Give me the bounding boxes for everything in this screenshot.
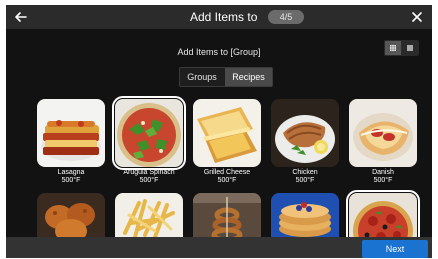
recipe-temp: 500°F	[139, 177, 159, 184]
recipe-temp: 500°F	[217, 177, 237, 184]
bottom-bar: Next	[6, 237, 432, 258]
recipe-label-chicken: Chicken 500°F	[267, 169, 343, 185]
recipe-name: Chicken	[292, 169, 318, 176]
recipe-card-grilled-cheese[interactable]	[193, 99, 261, 167]
groups-recipes-tabs: Groups Recipes	[179, 67, 273, 87]
page-title: Add Items to	[190, 10, 258, 24]
recipe-temp: 500°F	[295, 177, 315, 184]
recipe-card-lasagna[interactable]	[37, 99, 105, 167]
list-view-icon[interactable]	[402, 41, 418, 55]
view-toggle	[384, 40, 419, 56]
recipe-label-grilled-cheese: Grilled Cheese 500°F	[189, 169, 265, 185]
recipe-name: Arugula Spinach	[123, 169, 175, 176]
back-arrow-icon[interactable]	[12, 8, 30, 26]
step-indicator: 4/5	[268, 10, 304, 24]
close-icon[interactable]	[408, 8, 426, 26]
app-window: Add Items to 4/5 Add Items to [Group] Gr…	[6, 5, 432, 258]
recipe-name: Lasagna	[57, 169, 85, 176]
recipe-label-danish: Danish 500°F	[345, 169, 421, 185]
recipe-card-arugula-spinach[interactable]	[112, 96, 186, 170]
section-subtitle: Add Items to [Group]	[177, 47, 261, 57]
grid-view-icon[interactable]	[385, 41, 401, 55]
recipe-label-lasagna: Lasagna 500°F	[33, 169, 109, 185]
recipe-temp: 500°F	[373, 177, 393, 184]
recipe-card-danish[interactable]	[349, 99, 417, 167]
tab-groups[interactable]: Groups	[180, 68, 224, 86]
recipe-name: Danish	[372, 169, 394, 176]
next-button[interactable]: Next	[362, 240, 428, 258]
recipe-card-chicken[interactable]	[271, 99, 339, 167]
recipe-name: Grilled Cheese	[203, 169, 251, 176]
tab-recipes[interactable]: Recipes	[225, 68, 272, 86]
recipe-temp: 500°F	[61, 177, 81, 184]
recipe-label-arugula-spinach: Arugula Spinach 500°F	[111, 169, 187, 185]
title-bar: Add Items to 4/5	[6, 5, 432, 29]
